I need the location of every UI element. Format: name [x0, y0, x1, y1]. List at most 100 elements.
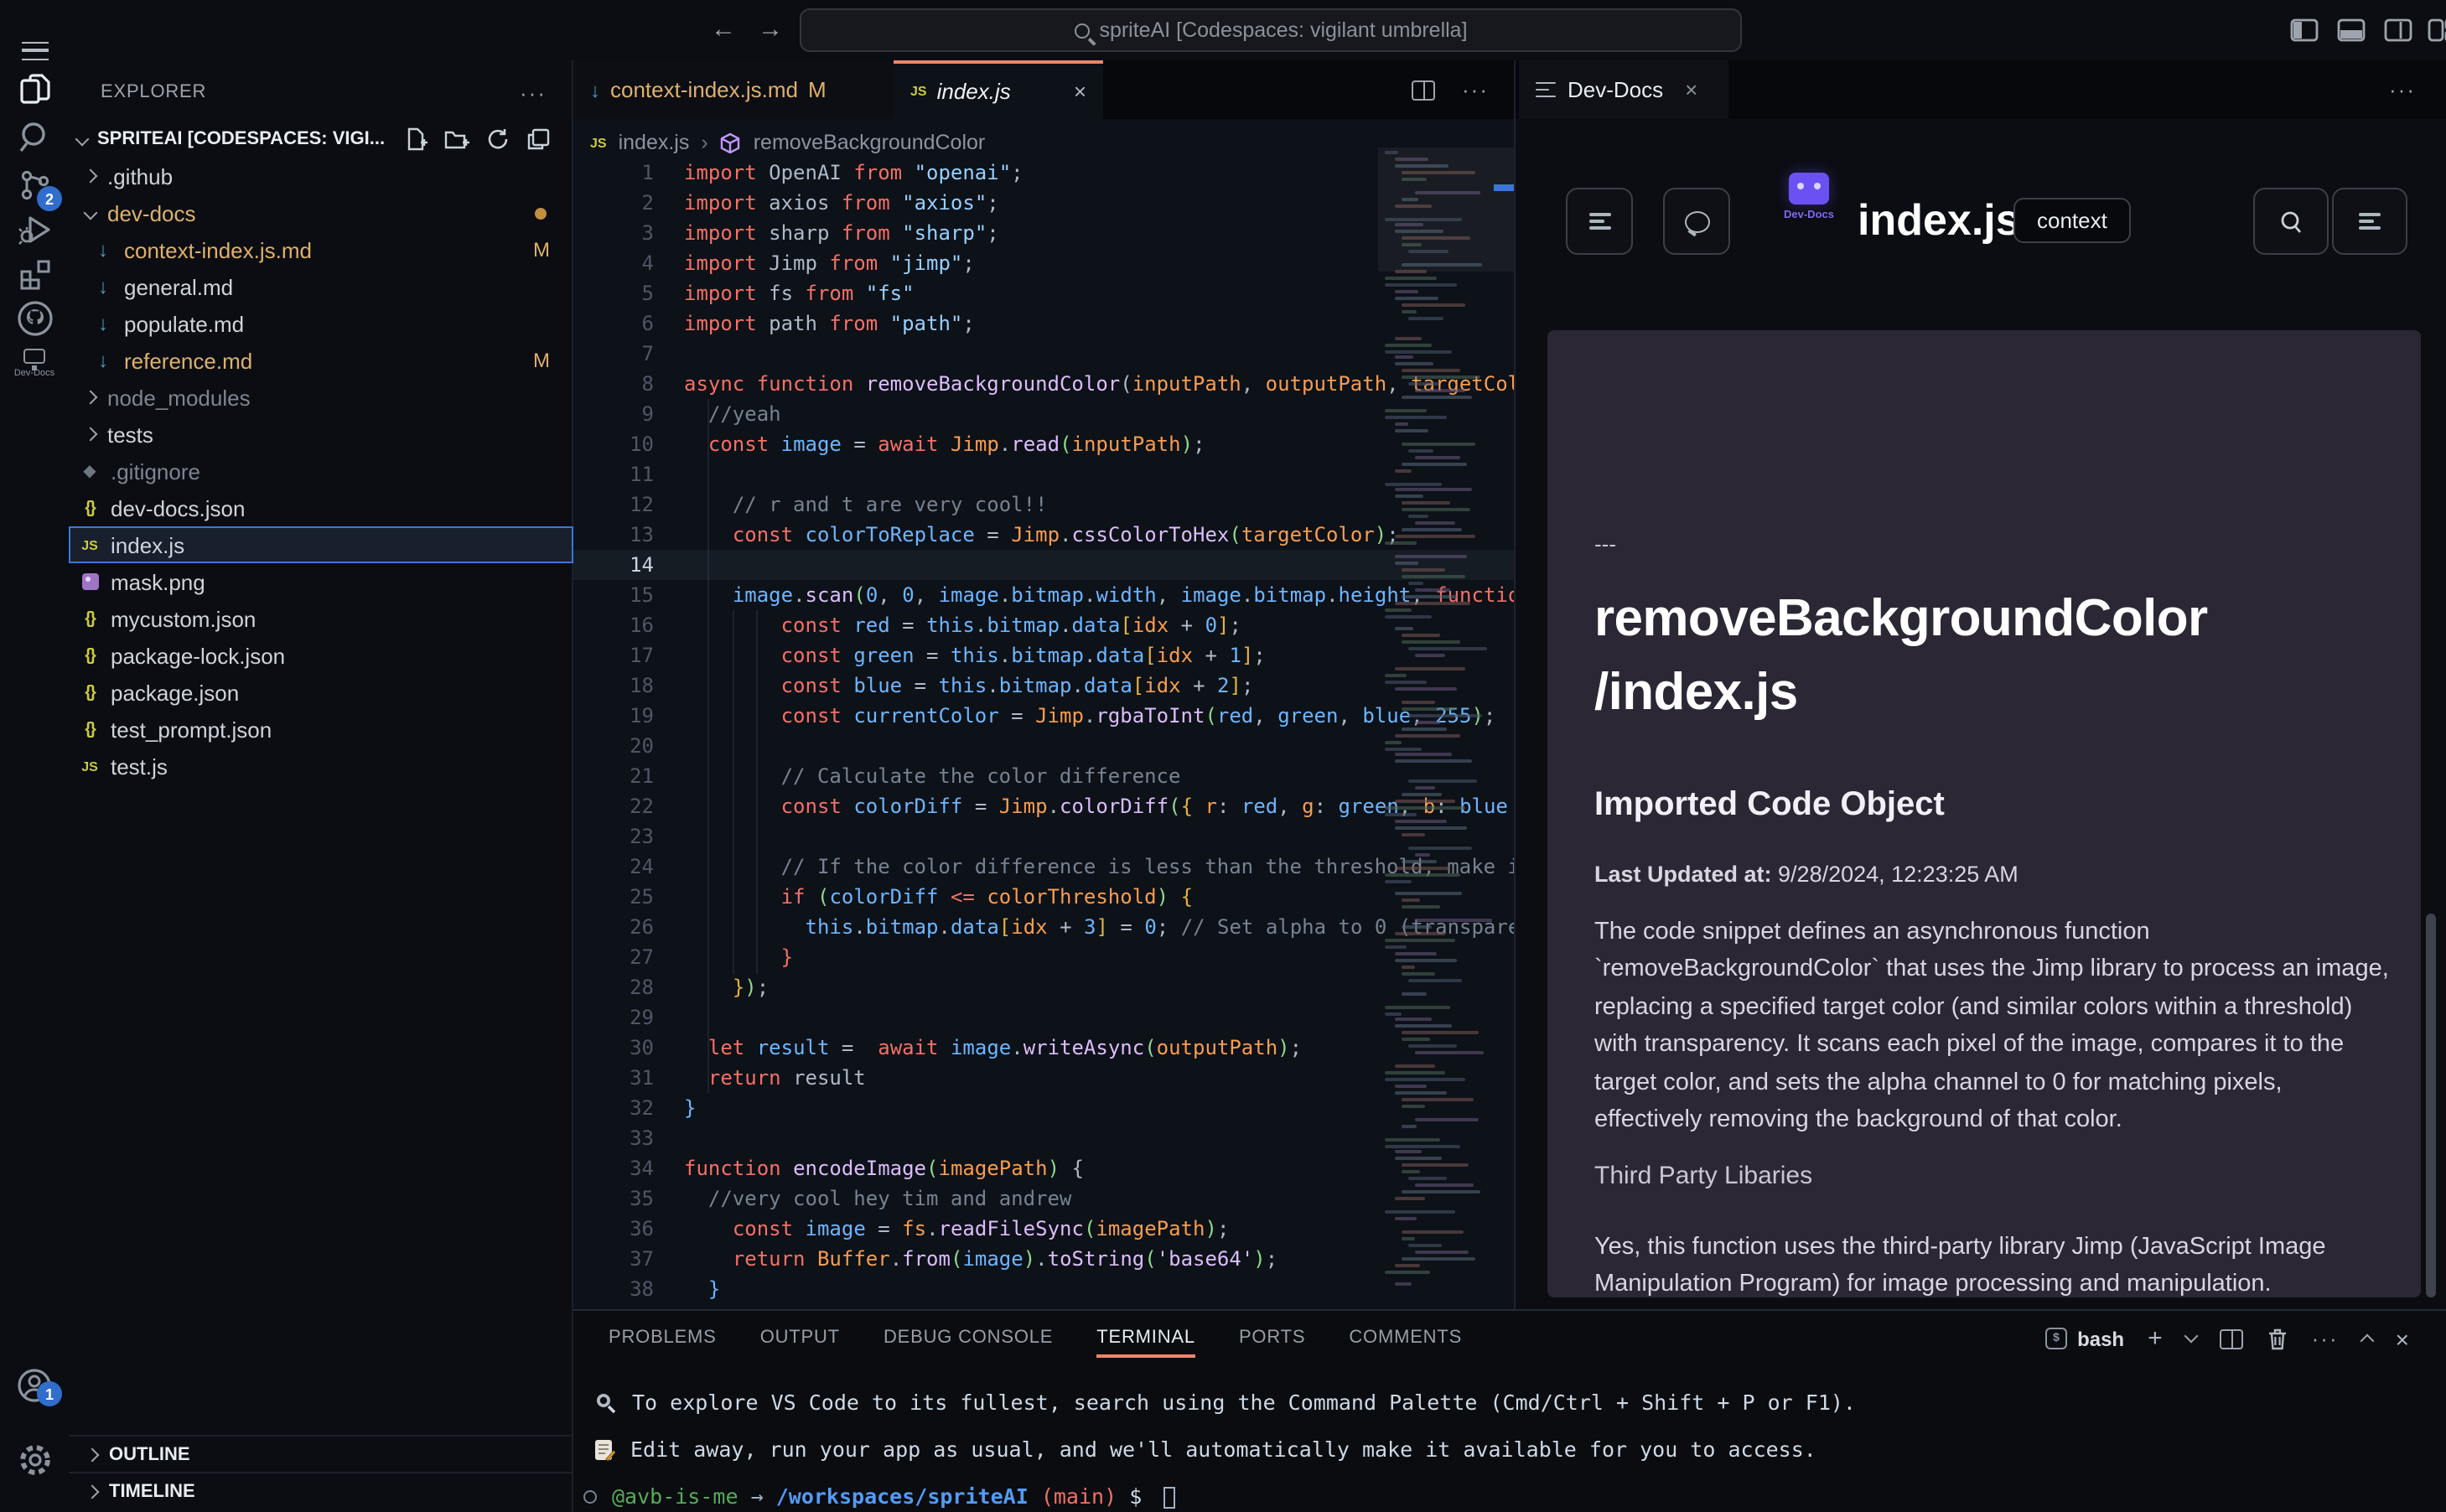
code-line-8[interactable]: 8async function removeBackgroundColor(in… — [573, 369, 1514, 399]
code-line-5[interactable]: 5import fs from "fs" — [573, 278, 1514, 308]
devdocs-search-button[interactable] — [2253, 188, 2329, 255]
file-tree-item-populate.md[interactable]: ↓populate.md — [69, 305, 573, 342]
tab-index-js[interactable]: JS index.js × — [894, 60, 1103, 119]
tab-context-index-md[interactable]: ↓ context-index.js.md M — [573, 60, 894, 119]
code-line-29[interactable]: 29 — [573, 1002, 1514, 1033]
panel-tab-problems[interactable]: PROBLEMS — [609, 1328, 717, 1358]
tab-devdocs[interactable]: Dev-Docs × — [1519, 60, 1728, 119]
code-line-13[interactable]: 13 const colorToReplace = Jimp.cssColorT… — [573, 520, 1514, 550]
code-line-32[interactable]: 32} — [573, 1093, 1514, 1123]
code-line-6[interactable]: 6import path from "path"; — [573, 308, 1514, 339]
code-line-33[interactable]: 33 — [573, 1123, 1514, 1153]
file-tree-item-dev-docs.json[interactable]: {}dev-docs.json — [69, 489, 573, 526]
file-tree-item-.gitignore[interactable]: ◆.gitignore — [69, 453, 573, 489]
extensions-activity-button[interactable] — [7, 250, 62, 297]
workspace-section-header[interactable]: SPRITEAI [CODESPACES: VIGI... — [69, 121, 573, 158]
code-line-27[interactable]: 27 } — [573, 942, 1514, 972]
file-tree-item-mycustom.json[interactable]: {}mycustom.json — [69, 600, 573, 637]
terminal-dropdown-icon[interactable] — [2184, 1329, 2198, 1344]
split-editor-icon[interactable] — [1412, 80, 1435, 100]
devdocs-chat-button[interactable] — [1663, 188, 1730, 255]
file-tree-item-test.js[interactable]: JStest.js — [69, 748, 573, 784]
explorer-activity-button[interactable] — [7, 67, 62, 114]
code-line-25[interactable]: 25 if (colorDiff <= colorThreshold) { — [573, 882, 1514, 912]
kill-terminal-icon[interactable] — [2267, 1327, 2288, 1350]
breadcrumb-file[interactable]: index.js — [619, 131, 690, 154]
file-tree-item-tests[interactable]: tests — [69, 416, 573, 453]
panel-tab-output[interactable]: OUTPUT — [760, 1328, 840, 1358]
devdocs-outline-button[interactable] — [1566, 188, 1633, 255]
code-line-35[interactable]: 35 //very cool hey tim and andrew — [573, 1183, 1514, 1214]
github-activity-button[interactable] — [7, 295, 62, 342]
panel-tab-ports[interactable]: PORTS — [1239, 1328, 1305, 1358]
code-line-16[interactable]: 16 const red = this.bitmap.data[idx + 0]… — [573, 610, 1514, 640]
file-tree-item-reference.md[interactable]: ↓reference.mdM — [69, 342, 573, 379]
code-line-2[interactable]: 2import axios from "axios"; — [573, 188, 1514, 218]
toggle-sidebar-icon[interactable] — [2290, 18, 2320, 42]
new-file-icon[interactable] — [404, 127, 428, 151]
file-tree-item-.github[interactable]: .github — [69, 158, 573, 194]
file-tree-item-test_prompt.json[interactable]: {}test_prompt.json — [69, 711, 573, 748]
code-line-15[interactable]: 15 image.scan(0, 0, image.bitmap.width, … — [573, 580, 1514, 610]
code-line-7[interactable]: 7 — [573, 339, 1514, 369]
panel-tab-comments[interactable]: COMMENTS — [1349, 1328, 1462, 1358]
breadcrumb[interactable]: JS index.js › removeBackgroundColor — [590, 126, 985, 159]
file-tree-item-index.js[interactable]: JSindex.js — [69, 526, 573, 563]
code-line-3[interactable]: 3import sharp from "sharp"; — [573, 218, 1514, 248]
code-line-36[interactable]: 36 const image = fs.readFileSync(imagePa… — [573, 1214, 1514, 1244]
editor-more-actions-icon[interactable]: ··· — [1462, 77, 1489, 102]
refresh-icon[interactable] — [486, 127, 510, 151]
toggle-panel-icon[interactable] — [2337, 18, 2367, 42]
code-line-18[interactable]: 18 const blue = this.bitmap.data[idx + 2… — [573, 671, 1514, 701]
code-line-4[interactable]: 4import Jimp from "jimp"; — [573, 248, 1514, 278]
code-line-28[interactable]: 28 }); — [573, 972, 1514, 1002]
outline-section-header[interactable]: OUTLINE — [69, 1435, 573, 1472]
new-terminal-icon[interactable]: + — [2148, 1324, 2163, 1353]
toggle-secondary-sidebar-icon[interactable] — [2384, 18, 2414, 42]
panel-tab-terminal[interactable]: TERMINAL — [1096, 1328, 1195, 1358]
search-activity-button[interactable] — [7, 114, 62, 161]
code-line-38[interactable]: 38 } — [573, 1274, 1514, 1304]
file-tree-item-mask.png[interactable]: mask.png — [69, 563, 573, 600]
new-folder-icon[interactable] — [444, 127, 469, 151]
accounts-button[interactable]: 1 — [7, 1361, 62, 1408]
file-tree-item-node_modules[interactable]: node_modules — [69, 379, 573, 416]
timeline-section-header[interactable]: TIMELINE — [69, 1472, 573, 1509]
code-line-1[interactable]: 1import OpenAI from "openai"; — [573, 158, 1514, 188]
code-line-24[interactable]: 24 // If the color difference is less th… — [573, 852, 1514, 882]
close-icon[interactable]: × — [1685, 77, 1697, 102]
file-tree-item-dev-docs[interactable]: dev-docs — [69, 194, 573, 231]
collapse-folders-icon[interactable] — [526, 127, 550, 151]
code-line-14[interactable]: 14 — [573, 550, 1514, 580]
file-tree-item-package.json[interactable]: {}package.json — [69, 674, 573, 711]
panel-tab-debug-console[interactable]: DEBUG CONSOLE — [884, 1328, 1053, 1358]
code-line-23[interactable]: 23 — [573, 821, 1514, 852]
panel-more-actions-icon[interactable]: ··· — [2312, 1326, 2339, 1351]
run-debug-activity-button[interactable] — [7, 206, 62, 253]
devdocs-activity-button[interactable]: Dev-Docs — [7, 340, 62, 387]
code-line-20[interactable]: 20 — [573, 731, 1514, 761]
file-tree-item-general.md[interactable]: ↓general.md — [69, 268, 573, 305]
code-line-22[interactable]: 22 const colorDiff = Jimp.colorDiff({ r:… — [573, 791, 1514, 821]
code-line-30[interactable]: 30 let result = await image.writeAsync(o… — [573, 1033, 1514, 1063]
file-tree-item-context-index.js.md[interactable]: ↓context-index.js.mdM — [69, 231, 573, 268]
minimap[interactable] — [1385, 151, 1492, 1304]
code-line-37[interactable]: 37 return Buffer.from(image).toString('b… — [573, 1244, 1514, 1274]
forward-icon[interactable]: → — [758, 13, 783, 47]
code-line-9[interactable]: 9 //yeah — [573, 399, 1514, 429]
code-line-10[interactable]: 10 const image = await Jimp.read(inputPa… — [573, 429, 1514, 459]
code-line-21[interactable]: 21 // Calculate the color difference — [573, 761, 1514, 791]
breadcrumb-symbol[interactable]: removeBackgroundColor — [754, 131, 986, 154]
terminal-prompt[interactable]: @avb-is-me → /workspaces/spriteAI (main)… — [583, 1482, 1174, 1512]
explorer-more-actions-icon[interactable]: ··· — [520, 80, 573, 105]
devdocs-more-actions-icon[interactable]: ··· — [2389, 77, 2416, 102]
close-icon[interactable]: × — [1074, 79, 1086, 104]
settings-button[interactable] — [7, 1437, 62, 1484]
file-tree-item-package-lock.json[interactable]: {}package-lock.json — [69, 637, 573, 674]
code-editor[interactable]: 1import OpenAI from "openai";2import axi… — [573, 158, 1514, 1304]
code-line-34[interactable]: 34function encodeImage(imagePath) { — [573, 1153, 1514, 1183]
devdocs-menu-button[interactable] — [2332, 188, 2407, 255]
code-line-11[interactable]: 11 — [573, 459, 1514, 489]
maximize-panel-icon[interactable] — [2360, 1334, 2374, 1349]
code-line-12[interactable]: 12 // r and t are very cool!! — [573, 489, 1514, 520]
